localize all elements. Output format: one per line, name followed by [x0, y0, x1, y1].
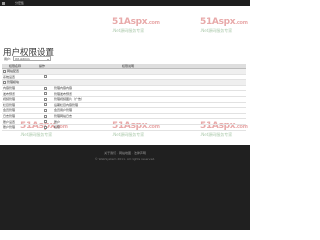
permission-description: 管理网站日志	[54, 114, 73, 119]
permission-table: 权限名称 操作 权限说明 网站配置 系统设置 管理模块 内容管理 管理内容内容 …	[2, 64, 246, 131]
watermark-logo: 51Aspx.com .Net源码服务专家	[112, 17, 160, 34]
permission-checkbox[interactable]	[44, 92, 47, 96]
permission-checkbox[interactable]	[44, 97, 47, 101]
permission-checkbox[interactable]	[44, 75, 47, 79]
column-header-name: 权限名称	[9, 64, 22, 68]
permission-checkbox[interactable]	[44, 120, 47, 124]
footer-links[interactable]: 关于我们 · 网站地图 · 法律声明	[0, 151, 250, 155]
home-icon[interactable]	[2, 1, 5, 5]
permission-description: 后期栏目内容管理	[54, 102, 79, 107]
permission-checkbox[interactable]	[44, 125, 47, 129]
permission-name: 日志管理	[3, 114, 16, 119]
nav-tab[interactable]: 分宏集	[15, 1, 24, 5]
permission-name: 账户管理	[3, 125, 16, 130]
group-name: 网站配置	[7, 69, 20, 74]
user-select[interactable]: XX.Admin	[13, 56, 52, 61]
user-select-row: 用户: XX.Admin	[4, 56, 52, 61]
footer: 关于我们 · 网站地图 · 法律声明 © WebSystem 2011. All…	[0, 145, 250, 230]
permission-description: 账户	[54, 119, 61, 124]
permission-description: 会员用户管理	[54, 108, 73, 113]
group-name: 管理模块	[7, 80, 20, 85]
group-checkbox[interactable]	[3, 69, 6, 73]
table-row: 账户管理 权限	[2, 125, 246, 131]
column-header-description: 权限说明	[122, 64, 135, 68]
permission-name: 会员管理	[3, 108, 16, 113]
permission-name: 内容管理	[3, 86, 16, 91]
permission-checkbox[interactable]	[44, 86, 47, 90]
permission-name: 系统设置	[3, 74, 16, 79]
group-checkbox[interactable]	[3, 80, 6, 84]
top-navigation-bar: 分宏集	[0, 0, 250, 6]
permission-name: 发布预览	[3, 91, 16, 96]
permission-description: 管理视频图片（广告）	[54, 97, 85, 102]
permission-checkbox[interactable]	[44, 108, 47, 112]
permission-checkbox[interactable]	[44, 114, 47, 118]
footer-copyright: © WebSystem 2011. All rights reserved.	[94, 157, 156, 161]
permission-description: 权限	[54, 125, 61, 130]
permission-description: 管理发布预览	[54, 91, 73, 96]
permission-checkbox[interactable]	[44, 103, 47, 107]
user-select-label: 用户:	[4, 56, 12, 61]
watermark-logo: 51Aspx.com .Net源码服务专家	[200, 17, 248, 34]
permission-name: 账户设置	[3, 119, 16, 124]
column-header-action: 操作	[39, 64, 46, 68]
permission-name: 栏目管理	[3, 102, 16, 107]
permission-description: 管理内容内容	[54, 86, 73, 91]
permission-name: 视频管理	[3, 97, 16, 102]
